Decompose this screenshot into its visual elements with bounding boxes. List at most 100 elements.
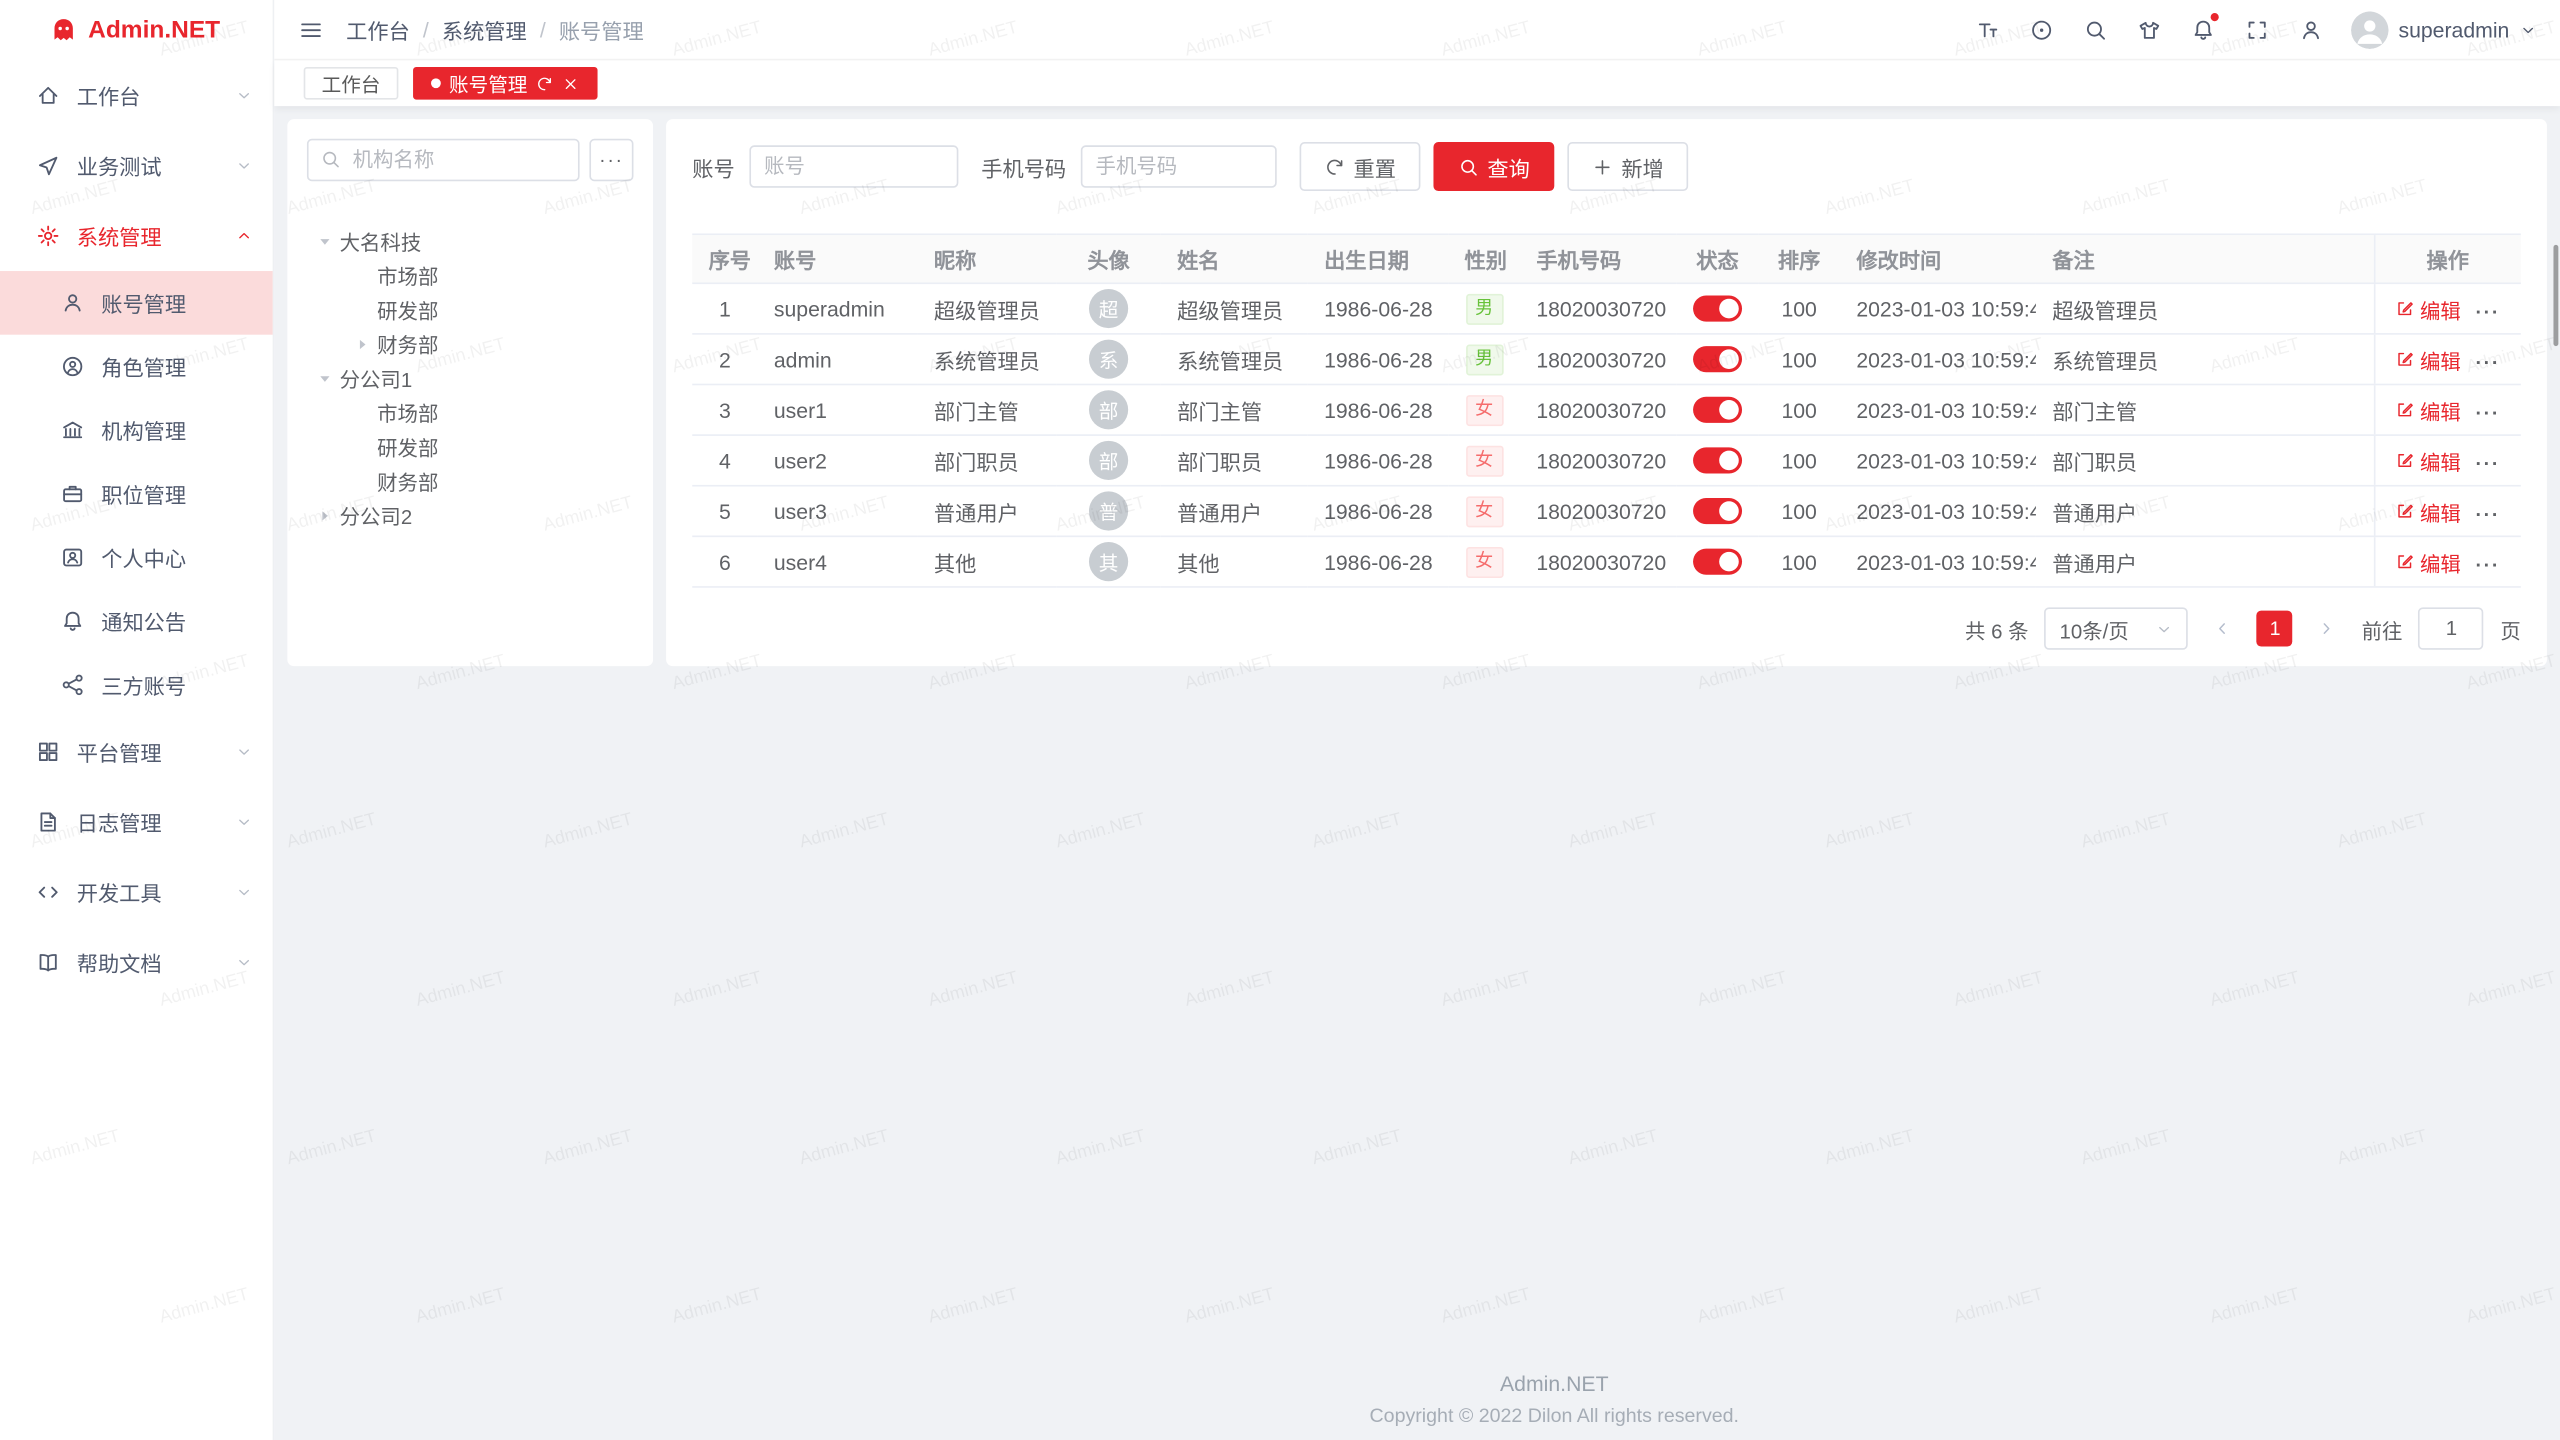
cell-order: 100 (1758, 384, 1840, 435)
edit-button[interactable]: 编辑 (2395, 293, 2460, 324)
account-filter-input[interactable] (749, 145, 958, 187)
logo-text: Admin.NET (88, 16, 220, 44)
sidebar-item-role-management[interactable]: 角色管理 (0, 335, 273, 399)
current-page-button[interactable]: 1 (2257, 611, 2293, 647)
edit-button[interactable]: 编辑 (2395, 394, 2460, 425)
menu-collapse-icon[interactable] (297, 16, 323, 42)
sidebar-item-dev-tools[interactable]: 开发工具 (0, 857, 273, 927)
cell-modified: 2023-01-03 10:59:44 (1840, 486, 2036, 537)
breadcrumb: 工作台 / 系统管理 / 账号管理 (346, 14, 644, 45)
sidebar-item-log-management[interactable]: 日志管理 (0, 787, 273, 857)
tree-node[interactable]: 财务部 (307, 464, 634, 498)
tree-node[interactable]: 市场部 (307, 258, 634, 292)
tab-account-management[interactable]: 账号管理 (413, 67, 598, 100)
chevup-icon (235, 227, 253, 245)
app-root: Admin.NET 工作台业务测试系统管理账号管理角色管理机构管理职位管理个人中… (0, 0, 2560, 1440)
sidebar-item-help-docs[interactable]: 帮助文档 (0, 927, 273, 997)
column-header: 修改时间 (1840, 234, 2036, 283)
sidebar-item-platform-management[interactable]: 平台管理 (0, 717, 273, 787)
next-page-button[interactable] (2309, 611, 2345, 647)
add-button[interactable]: 新增 (1567, 142, 1688, 191)
status-toggle[interactable] (1693, 347, 1742, 373)
notification-bell-icon[interactable] (2189, 16, 2215, 42)
row-more-button[interactable]: ··· (2476, 402, 2500, 425)
chevdown-icon (235, 157, 253, 175)
search-icon[interactable] (2082, 16, 2108, 42)
status-toggle[interactable] (1693, 397, 1742, 423)
tree-node[interactable]: 分公司2 (307, 498, 634, 532)
org-more-button[interactable]: ··· (589, 139, 633, 181)
sidebar-item-personal-center[interactable]: 个人中心 (0, 526, 273, 590)
breadcrumb-separator: / (540, 17, 546, 41)
tab-workbench[interactable]: 工作台 (304, 67, 399, 100)
sidebar-item-third-party-account[interactable]: 三方账号 (0, 653, 273, 717)
cell-no: 2 (692, 334, 757, 385)
tree-node[interactable]: 研发部 (307, 429, 634, 463)
theme-icon[interactable] (2136, 16, 2162, 42)
org-tree-panel: ··· 大名科技市场部研发部财务部分公司1市场部研发部财务部分公司2 (287, 119, 653, 666)
chevright-icon (2317, 619, 2337, 639)
status-toggle[interactable] (1693, 448, 1742, 474)
tree-node[interactable]: 市场部 (307, 395, 634, 429)
goto-page-input[interactable] (2419, 607, 2484, 649)
sidebar-item-position-management[interactable]: 职位管理 (0, 462, 273, 526)
status-toggle[interactable] (1693, 498, 1742, 524)
sidebar-item-notice[interactable]: 通知公告 (0, 589, 273, 653)
tree-node[interactable]: 大名科技 (307, 224, 634, 258)
cell-order: 100 (1758, 536, 1840, 587)
edit-icon (2395, 400, 2415, 420)
font-size-icon[interactable] (1974, 16, 2000, 42)
sidebar-item-workbench[interactable]: 工作台 (0, 60, 273, 130)
cell-phone: 18020030720 (1520, 486, 1677, 537)
account-icon[interactable] (2297, 16, 2323, 42)
status-toggle[interactable] (1693, 549, 1742, 575)
edit-button[interactable]: 编辑 (2395, 496, 2460, 527)
row-more-button[interactable]: ··· (2476, 503, 2500, 526)
sidebar-item-account-management[interactable]: 账号管理 (0, 271, 273, 335)
caret-spacer (354, 267, 370, 283)
tab-refresh-icon[interactable] (536, 74, 554, 92)
shirt-icon (2136, 17, 2160, 41)
cell-nick: 部门主管 (918, 384, 1057, 435)
phone-filter-input[interactable] (1081, 145, 1277, 187)
reset-button[interactable]: 重置 (1300, 142, 1421, 191)
sidebar-item-system-management[interactable]: 系统管理 (0, 201, 273, 271)
cell-no: 5 (692, 486, 757, 537)
cell-remark: 部门职员 (2036, 435, 2374, 486)
edit-button[interactable]: 编辑 (2395, 445, 2460, 476)
prev-page-button[interactable] (2205, 611, 2241, 647)
page-unit-label: 页 (2500, 613, 2520, 644)
sidebar-item-business-test[interactable]: 业务测试 (0, 131, 273, 201)
footer-copyright: Copyright © 2022 Dilon All rights reserv… (549, 1404, 2560, 1427)
sidebar-item-org-management[interactable]: 机构管理 (0, 398, 273, 462)
page-size-select[interactable]: 10条/页 (2045, 607, 2189, 649)
user-menu[interactable]: superadmin (2351, 11, 2537, 49)
cell-nick: 部门职员 (918, 435, 1057, 486)
tree-node[interactable]: 研发部 (307, 292, 634, 326)
row-more-button[interactable]: ··· (2476, 553, 2500, 576)
scrollbar-thumb[interactable] (2553, 245, 2558, 346)
row-more-button[interactable]: ··· (2476, 351, 2500, 374)
breadcrumb-item[interactable]: 工作台 (346, 14, 410, 45)
edit-button[interactable]: 编辑 (2395, 546, 2460, 577)
cell-avatar: 普 (1056, 486, 1160, 537)
fullscreen-icon[interactable] (2243, 16, 2269, 42)
row-more-button[interactable]: ··· (2476, 452, 2500, 475)
cell-status (1677, 283, 1759, 334)
gear-icon (36, 224, 60, 248)
edit-button[interactable]: 编辑 (2395, 344, 2460, 375)
breadcrumb-item[interactable]: 系统管理 (442, 14, 527, 45)
caret-spacer (354, 301, 370, 317)
search-button[interactable]: 查询 (1434, 142, 1555, 191)
notification-badge (2211, 13, 2219, 21)
org-tree: 大名科技市场部研发部财务部分公司1市场部研发部财务部分公司2 (307, 224, 634, 533)
status-toggle[interactable] (1693, 296, 1742, 322)
cell-name: 系统管理员 (1161, 334, 1308, 385)
row-more-button[interactable]: ··· (2476, 300, 2500, 323)
tab-close-icon[interactable] (562, 74, 580, 92)
org-search-input[interactable] (307, 139, 580, 181)
language-icon[interactable] (2028, 16, 2054, 42)
cell-status (1677, 384, 1759, 435)
tree-node[interactable]: 分公司1 (307, 361, 634, 395)
tree-node[interactable]: 财务部 (307, 327, 634, 361)
